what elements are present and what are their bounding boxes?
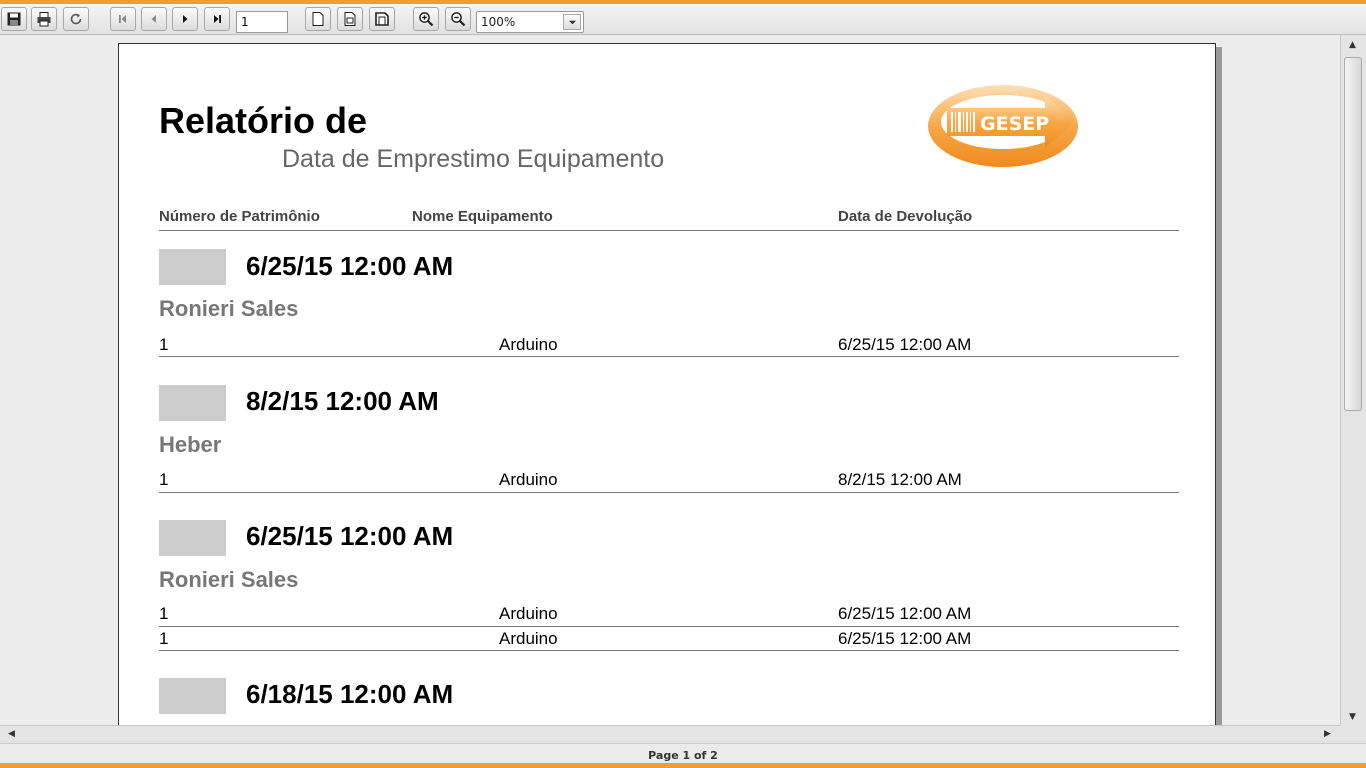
row-divider bbox=[159, 626, 1179, 627]
cell-return-date: 8/2/15 12:00 AM bbox=[838, 470, 962, 489]
last-page-icon bbox=[209, 11, 225, 27]
cell-equipment-name: Arduino bbox=[499, 604, 558, 623]
status-bar: Page 1 of 2 bbox=[0, 743, 1366, 763]
save-icon bbox=[6, 11, 22, 27]
scroll-left-icon[interactable]: ◀ bbox=[8, 729, 15, 739]
scroll-corner bbox=[1340, 725, 1366, 743]
cell-return-date: 6/25/15 12:00 AM bbox=[838, 335, 972, 354]
cell-equipment-name: Arduino bbox=[499, 629, 558, 648]
cell-equipment-name: Arduino bbox=[499, 470, 558, 489]
fit-page-button[interactable] bbox=[369, 7, 395, 31]
column-header-asset-number: Número de Patrimônio bbox=[159, 208, 320, 225]
last-page-button[interactable] bbox=[204, 7, 230, 31]
group-marker bbox=[159, 249, 226, 285]
print-button[interactable] bbox=[31, 7, 57, 31]
group-marker bbox=[159, 520, 226, 556]
actual-size-icon bbox=[310, 11, 326, 27]
gesep-logo: GESEP bbox=[928, 85, 1078, 167]
borrower-name: Ronieri Sales bbox=[159, 567, 299, 592]
group-date: 6/25/15 12:00 AM bbox=[246, 251, 454, 281]
report-viewport: Relatório de Data de Emprestimo Equipame… bbox=[0, 35, 1340, 725]
group-marker bbox=[159, 678, 226, 714]
previous-page-button[interactable] bbox=[141, 7, 167, 31]
scroll-right-icon[interactable]: ▶ bbox=[1324, 729, 1331, 739]
vertical-scrollbar[interactable]: ▲ ▼ bbox=[1340, 35, 1366, 725]
cell-asset-number: 1 bbox=[159, 629, 169, 648]
save-button[interactable] bbox=[1, 7, 27, 31]
group-date: 6/18/15 12:00 AM bbox=[246, 679, 454, 709]
zoom-out-button[interactable] bbox=[445, 7, 471, 31]
scroll-down-icon[interactable]: ▼ bbox=[1349, 712, 1356, 722]
print-icon bbox=[36, 11, 52, 27]
reload-button[interactable] bbox=[63, 7, 89, 31]
next-page-button[interactable] bbox=[172, 7, 198, 31]
chevron-down-icon[interactable] bbox=[563, 14, 581, 30]
scroll-up-icon[interactable]: ▲ bbox=[1349, 40, 1356, 50]
first-page-icon bbox=[115, 11, 131, 27]
next-page-icon bbox=[177, 11, 193, 27]
header-divider bbox=[159, 230, 1179, 231]
zoom-select[interactable]: 100% bbox=[476, 11, 584, 33]
fit-width-button[interactable] bbox=[337, 7, 363, 31]
cell-asset-number: 1 bbox=[159, 470, 169, 489]
borrower-name: Ronieri Sales bbox=[159, 296, 299, 321]
group-date: 8/2/15 12:00 AM bbox=[246, 386, 439, 416]
cell-asset-number: 1 bbox=[159, 604, 169, 623]
reload-icon bbox=[68, 11, 84, 27]
previous-page-icon bbox=[146, 11, 162, 27]
fit-page-icon bbox=[374, 11, 390, 27]
row-divider bbox=[159, 650, 1179, 651]
zoom-value: 100% bbox=[481, 15, 516, 29]
window-bottom-accent-bar bbox=[0, 763, 1366, 768]
horizontal-scrollbar[interactable]: ◀ ▶ bbox=[0, 725, 1340, 743]
fit-width-icon bbox=[342, 11, 358, 27]
cell-return-date: 6/25/15 12:00 AM bbox=[838, 604, 972, 623]
first-page-button[interactable] bbox=[110, 7, 136, 31]
report-page: Relatório de Data de Emprestimo Equipame… bbox=[118, 43, 1216, 725]
column-header-return-date: Data de Devolução bbox=[838, 208, 973, 225]
report-viewer-toolbar: 100% bbox=[0, 4, 1366, 35]
actual-size-button[interactable] bbox=[305, 7, 331, 31]
cell-return-date: 6/25/15 12:00 AM bbox=[838, 629, 972, 648]
cell-asset-number: 1 bbox=[159, 335, 169, 354]
page-number-input[interactable] bbox=[236, 11, 288, 33]
page-indicator: Page 1 of 2 bbox=[648, 749, 718, 762]
vertical-scroll-thumb[interactable] bbox=[1344, 57, 1362, 411]
group-marker bbox=[159, 385, 226, 421]
column-header-equipment-name: Nome Equipamento bbox=[412, 208, 553, 225]
zoom-out-icon bbox=[450, 11, 466, 27]
zoom-in-button[interactable] bbox=[413, 7, 439, 31]
row-divider bbox=[159, 356, 1179, 357]
row-divider bbox=[159, 492, 1179, 493]
borrower-name: Heber bbox=[159, 432, 222, 457]
logo-text: GESEP bbox=[980, 113, 1049, 135]
cell-equipment-name: Arduino bbox=[499, 335, 558, 354]
zoom-in-icon bbox=[418, 11, 434, 27]
report-subtitle: Data de Emprestimo Equipamento bbox=[282, 145, 665, 173]
report-title: Relatório de bbox=[159, 100, 368, 141]
group-date: 6/25/15 12:00 AM bbox=[246, 521, 454, 551]
